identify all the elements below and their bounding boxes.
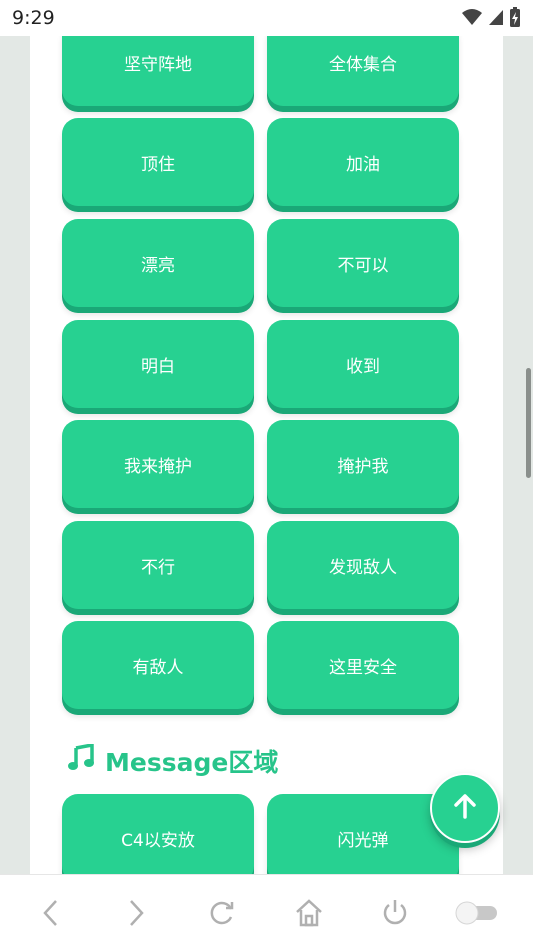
bottom-nav-bar xyxy=(0,874,533,949)
quick-message-button[interactable]: 不行 xyxy=(62,521,254,609)
quick-message-button[interactable]: 顶住 xyxy=(62,118,254,206)
scrollbar-thumb[interactable] xyxy=(526,368,531,478)
quick-message-button[interactable]: 发现敌人 xyxy=(267,521,459,609)
quick-message-button[interactable]: 掩护我 xyxy=(267,420,459,508)
wifi-icon xyxy=(461,7,483,27)
reload-icon[interactable] xyxy=(204,895,240,931)
home-icon[interactable] xyxy=(291,895,327,931)
quick-message-button[interactable]: 收到 xyxy=(267,320,459,408)
quick-message-button[interactable]: 坚守阵地 xyxy=(62,36,254,106)
arrow-up-icon xyxy=(450,791,480,825)
status-icons xyxy=(461,6,521,28)
quick-message-button[interactable]: 全体集合 xyxy=(267,36,459,106)
message-button[interactable]: C4以安放 xyxy=(62,794,254,874)
quick-message-button[interactable]: 明白 xyxy=(62,320,254,408)
cellular-signal-icon xyxy=(487,7,505,27)
power-icon[interactable] xyxy=(377,895,413,931)
quick-message-button[interactable]: 加油 xyxy=(267,118,459,206)
status-time: 9:29 xyxy=(12,7,55,29)
back-icon[interactable] xyxy=(33,895,69,931)
music-note-icon xyxy=(67,742,95,778)
section-title: Message区域 xyxy=(105,748,279,777)
toggle-switch-icon[interactable] xyxy=(452,895,502,931)
quick-message-button[interactable]: 有敌人 xyxy=(62,621,254,709)
quick-message-button[interactable]: 不可以 xyxy=(267,219,459,307)
message-section-heading: Message区域 xyxy=(67,741,278,781)
content-panel[interactable]: 坚守阵地 全体集合 顶住 加油 漂亮 不可以 明白 收到 我来掩护 掩护我 不行… xyxy=(30,36,503,874)
quick-message-button[interactable]: 这里安全 xyxy=(267,621,459,709)
scroll-to-top-button[interactable] xyxy=(430,773,500,843)
status-bar: 9:29 xyxy=(0,0,533,36)
quick-message-button[interactable]: 我来掩护 xyxy=(62,420,254,508)
quick-message-button[interactable]: 漂亮 xyxy=(62,219,254,307)
battery-charging-icon xyxy=(509,6,521,28)
forward-icon[interactable] xyxy=(118,895,154,931)
